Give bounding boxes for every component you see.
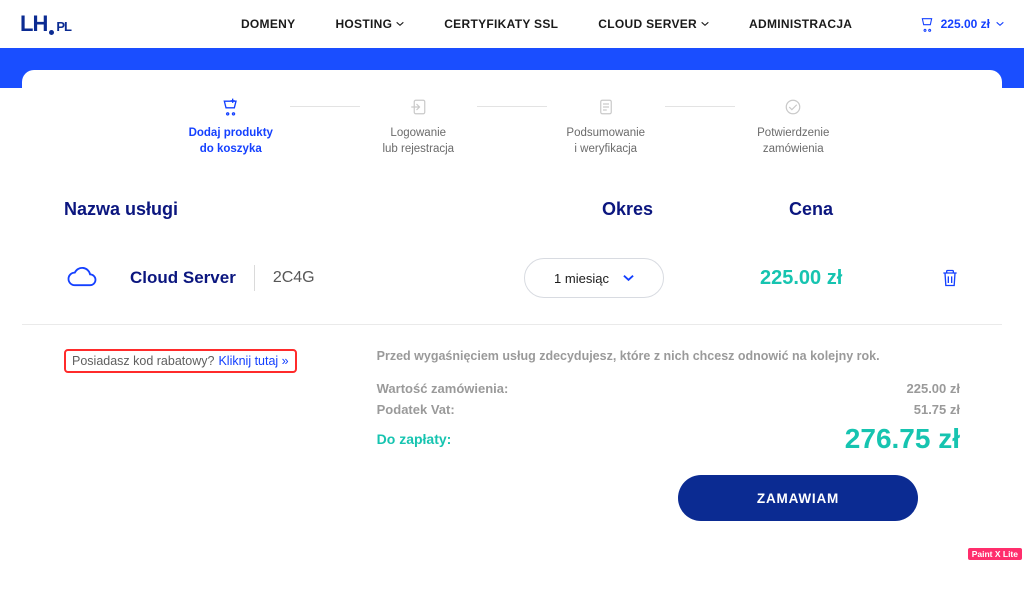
cart-add-icon	[220, 96, 242, 118]
step-add-products: Dodaj produktydo koszyka	[172, 96, 290, 157]
cart-amount: 225.00 zł	[941, 17, 990, 31]
order-summary: Przed wygaśnięciem usług zdecydujesz, kt…	[377, 349, 960, 521]
chevron-down-icon	[701, 20, 709, 28]
period-value: 1 miesiąc	[554, 271, 609, 286]
step-login: Logowanielub rejestracja	[360, 96, 478, 157]
nav-domains[interactable]: DOMENY	[241, 17, 295, 31]
cloud-icon	[64, 264, 100, 292]
main-nav: DOMENY HOSTING CERTYFIKATY SSL CLOUD SER…	[241, 17, 852, 31]
check-circle-icon	[782, 96, 804, 118]
item-price: 225.00 zł	[760, 267, 920, 290]
item-name: Cloud Server	[130, 268, 236, 288]
nav-hosting[interactable]: HOSTING	[335, 17, 404, 31]
checkout-stepper: Dodaj produktydo koszyka Logowanielub re…	[22, 70, 1002, 165]
remove-item-button[interactable]	[940, 267, 960, 289]
header: LH PL DOMENY HOSTING CERTYFIKATY SSL CLO…	[0, 0, 1024, 48]
step-connector	[290, 106, 360, 107]
logo-suffix: PL	[56, 19, 71, 34]
order-button[interactable]: ZAMAWIAM	[678, 475, 918, 521]
subtotal-label: Wartość zamówienia:	[377, 381, 509, 396]
logo[interactable]: LH PL	[20, 11, 71, 37]
summary-note: Przed wygaśnięciem usług zdecydujesz, kt…	[377, 349, 960, 363]
summary-subtotal: Wartość zamówienia: 225.00 zł	[377, 381, 960, 396]
subtotal-amount: 225.00 zł	[907, 381, 961, 396]
vat-label: Podatek Vat:	[377, 402, 455, 417]
step-label: Potwierdzeniezamówienia	[757, 126, 829, 157]
order-button-wrap: ZAMAWIAM	[377, 455, 960, 521]
total-amount: 276.75 zł	[845, 423, 960, 455]
promo-code-callout: Posiadasz kod rabatowy? Kliknij tutaj »	[64, 349, 297, 373]
promo-question: Posiadasz kod rabatowy?	[72, 354, 214, 368]
bottom-section: Posiadasz kod rabatowy? Kliknij tutaj » …	[22, 325, 1002, 521]
trash-icon	[940, 267, 960, 289]
vat-amount: 51.75 zł	[914, 402, 960, 417]
item-spec: 2C4G	[273, 269, 315, 287]
nav-cloud-server[interactable]: CLOUD SERVER	[598, 17, 709, 31]
step-connector	[477, 106, 547, 107]
col-period-header: Okres	[534, 199, 704, 220]
step-confirmation: Potwierdzeniezamówienia	[735, 96, 853, 157]
vertical-divider	[254, 265, 255, 291]
cart-item-row: Cloud Server 2C4G 1 miesiąc 225.00 zł	[22, 232, 1002, 325]
promo-link[interactable]: Kliknij tutaj »	[218, 354, 288, 368]
col-service-header: Nazwa usługi	[64, 199, 534, 220]
nav-admin[interactable]: ADMINISTRACJA	[749, 17, 852, 31]
col-price-header: Cena	[704, 199, 960, 220]
step-summary: Podsumowaniei weryfikacja	[547, 96, 665, 157]
column-headers: Nazwa usługi Okres Cena	[22, 165, 1002, 232]
login-icon	[407, 96, 429, 118]
cart-icon	[919, 16, 935, 32]
chevron-down-icon	[396, 20, 404, 28]
period-select[interactable]: 1 miesiąc	[524, 258, 664, 298]
summary-total: Do zapłaty: 276.75 zł	[377, 423, 960, 455]
promo-wrap: Posiadasz kod rabatowy? Kliknij tutaj »	[64, 349, 297, 521]
total-label: Do zapłaty:	[377, 431, 452, 447]
step-label: Podsumowaniei weryfikacja	[566, 126, 645, 157]
summary-vat: Podatek Vat: 51.75 zł	[377, 402, 960, 417]
document-icon	[595, 96, 617, 118]
chevron-down-icon	[996, 20, 1004, 28]
step-connector	[665, 106, 735, 107]
cart-link[interactable]: 225.00 zł	[919, 16, 1004, 32]
step-label: Dodaj produktydo koszyka	[189, 126, 273, 157]
step-label: Logowanielub rejestracja	[382, 126, 454, 157]
logo-dot-icon	[49, 30, 54, 35]
main-card: Dodaj produktydo koszyka Logowanielub re…	[22, 70, 1002, 590]
chevron-down-icon	[623, 274, 634, 282]
watermark-badge: Paint X Lite	[968, 548, 1022, 560]
logo-main: LH	[20, 11, 47, 37]
nav-ssl[interactable]: CERTYFIKATY SSL	[444, 17, 558, 31]
